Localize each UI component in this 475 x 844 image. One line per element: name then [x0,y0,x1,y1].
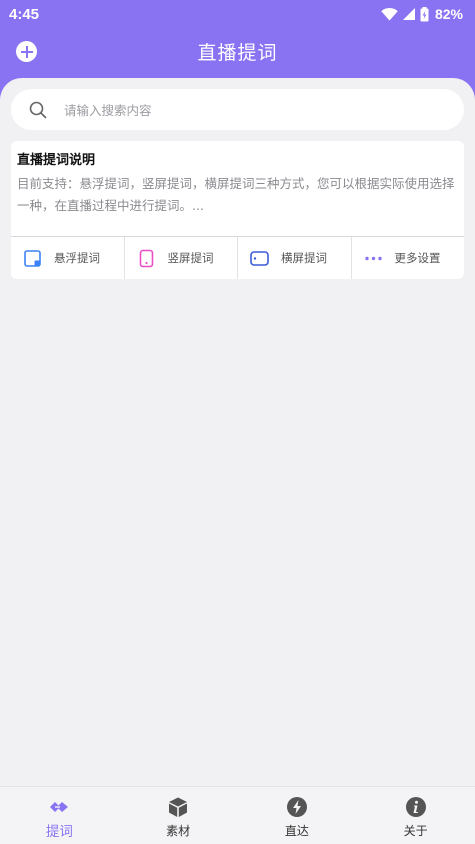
landscape-prompter-button[interactable]: 横屏提词 [238,237,352,279]
action-label: 横屏提词 [281,251,327,265]
nav-label: 关于 [403,824,428,838]
prompter-icon [50,802,69,812]
floating-window-icon [24,249,41,267]
instructions-card[interactable]: 直播提词说明 目前支持：悬浮提词，竖屏提词，横屏提词三种方式，您可以根据实际使用… [11,141,464,279]
card-description: 目前支持：悬浮提词，竖屏提词，横屏提词三种方式，您可以根据实际使用选择一种，在直… [17,176,455,213]
search-placeholder: 请输入搜索内容 [64,103,152,118]
wifi-icon [381,7,398,21]
battery-icon [420,6,429,21]
search-input[interactable]: 请输入搜索内容 [11,89,464,130]
action-label: 悬浮提词 [54,251,100,265]
action-label: 竖屏提词 [167,251,214,265]
page-title: 直播提词 [197,41,278,64]
more-settings-button[interactable]: 更多设置 [352,237,465,279]
nav-label: 素材 [166,824,191,838]
bottom-nav: 提词 素材 直达 关于 [0,786,475,844]
nav-tab-prompter[interactable]: 提词 [0,787,119,844]
action-label: 更多设置 [394,251,441,265]
nav-label: 直达 [284,824,309,838]
info-icon [405,797,426,817]
app-header: 直播提词 [0,28,475,74]
battery-percent: 82% [434,6,463,22]
portrait-prompter-button[interactable]: 竖屏提词 [125,237,238,279]
nav-tab-direct[interactable]: 直达 [238,787,357,844]
add-button[interactable] [16,41,37,62]
status-time: 4:45 [9,5,40,23]
status-indicators: 82% [381,6,463,22]
plus-icon [20,45,33,58]
nav-label: 提词 [45,824,73,840]
landscape-phone-icon [250,250,269,266]
nav-tab-materials[interactable]: 素材 [119,787,238,844]
portrait-phone-icon [139,249,153,267]
nav-tab-about[interactable]: 关于 [356,787,475,844]
more-dots-icon [364,256,382,260]
card-title: 直播提词说明 [17,153,96,168]
box-icon [169,797,188,817]
app-screen: 4:45 82% 直播提词 请输入搜索内容 直播提词说明 目前支持：悬浮提词，竖… [0,0,475,844]
mode-actions: 悬浮提词 竖屏提词 横屏提词 更多设置 [11,237,464,279]
search-icon [29,101,47,118]
status-bar: 4:45 82% [0,0,475,28]
main-content: 请输入搜索内容 直播提词说明 目前支持：悬浮提词，竖屏提词，横屏提词三种方式，您… [0,78,475,786]
lightning-icon [286,797,307,817]
cellular-signal-icon [402,8,415,20]
floating-prompter-button[interactable]: 悬浮提词 [11,237,125,279]
